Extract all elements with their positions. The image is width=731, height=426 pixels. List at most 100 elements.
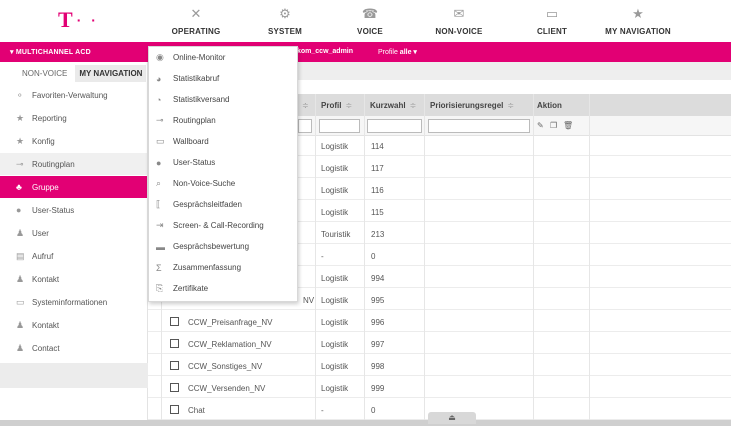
nav-my-navigation[interactable]: ★ MY NAVIGATION [600, 0, 676, 42]
column-header-priorisierungsregel[interactable]: Priorisierungsregel ≑ [430, 101, 514, 110]
menu-item-online-monitor[interactable]: ◉ Online-Monitor [149, 47, 297, 68]
logo-mark: T [58, 7, 73, 32]
nav-operating[interactable]: ✕ OPERATING [169, 0, 223, 42]
menu-item-zertifikate[interactable]: ⎘ Zertifikate [149, 278, 297, 299]
certificate-icon: ⎘ [156, 283, 164, 293]
cell-profil: - [321, 406, 324, 415]
sidebar-item-reporting[interactable]: ★ Reporting [0, 107, 147, 130]
tab-non-voice[interactable]: NON-VOICE [22, 69, 67, 78]
telekom-logo[interactable]: T · · [58, 9, 99, 31]
delete-icon[interactable]: 🗑 [563, 121, 573, 130]
cell-profil: Logistik [321, 318, 349, 327]
user-icon: ♟ [16, 227, 25, 238]
tab-my-navigation[interactable]: MY NAVIGATION [75, 64, 147, 82]
cell-kurzwahl: 995 [371, 296, 385, 305]
table-row[interactable]: CCW_Preisanfrage_NV Logistik 996 [148, 312, 731, 332]
wallboard-icon: ▭ [156, 136, 165, 146]
nav-label: VOICE [357, 27, 383, 36]
sidebar-item-contact[interactable]: ♟ Contact [0, 337, 147, 360]
sidebar-item-user[interactable]: ♟ User [0, 222, 147, 245]
current-user: kom_ccw_admin [297, 48, 354, 55]
nav-voice[interactable]: ☎ VOICE [352, 0, 388, 42]
filter-priorisierungsregel-input[interactable] [428, 119, 530, 133]
column-header-kurzwahl[interactable]: Kurzwahl ≑ [370, 101, 416, 110]
sidebar-item-label: Reporting [32, 113, 67, 123]
module-title[interactable]: ▾ MULTICHANNEL ACD [10, 48, 91, 56]
row-checkbox[interactable] [170, 317, 179, 326]
sidebar-item-label: Kontakt [32, 274, 60, 284]
menu-item-user-status[interactable]: ● User-Status [149, 152, 297, 173]
filter-profil-input[interactable] [319, 119, 360, 133]
group-icon: ♣ [16, 182, 22, 192]
menu-item-gespraechsleitfaden[interactable]: ⟦ Gesprächsleitfaden [149, 194, 297, 215]
sidebar: NON-VOICE MY NAVIGATION ⚬ Favoriten-Verw… [0, 62, 148, 426]
sort-icon[interactable]: ≑ [298, 101, 309, 110]
search-nonvoice-icon: ⌕ [156, 178, 162, 188]
tools-icon: ✕ [190, 6, 202, 21]
cell-kurzwahl: 999 [371, 384, 385, 393]
table-row[interactable]: CCW_Versenden_NV Logistik 999 [148, 378, 731, 398]
menu-item-zusammenfassung[interactable]: Σ Zusammenfassung [149, 257, 297, 278]
menu-item-routingplan[interactable]: ⊸ Routingplan [149, 110, 297, 131]
row-checkbox[interactable] [170, 405, 179, 414]
cell-name: NV [303, 296, 315, 305]
profile-selector[interactable]: Profile alle ▾ [378, 48, 417, 56]
cell-profil: Logistik [321, 208, 349, 217]
sidebar-item-label: Konfig [32, 136, 55, 146]
sidebar-item-user-status[interactable]: ● User-Status [0, 199, 147, 222]
menu-item-screen-call-recording[interactable]: ⇥ Screen- & Call-Recording [149, 215, 297, 236]
sidebar-item-kontakt-2[interactable]: ♟ Kontakt [0, 314, 147, 337]
sidebar-tabs: NON-VOICE MY NAVIGATION [0, 62, 147, 84]
bottom-bar [0, 420, 731, 426]
cell-profil: Touristik [321, 230, 351, 239]
menu-item-gespraechsbewertung[interactable]: ▬ Gesprächsbewertung [149, 236, 297, 257]
nav-non-voice[interactable]: ✉ NON-VOICE [432, 0, 486, 42]
favorites-icon: ⚬ [16, 89, 24, 100]
nav-system[interactable]: ⚙ SYSTEM [262, 0, 308, 42]
sidebar-item-routingplan[interactable]: ⊸ Routingplan [0, 153, 147, 176]
cell-profil: Logistik [321, 296, 349, 305]
cell-name: Chat [188, 406, 205, 415]
profile-label: Profile [378, 49, 398, 56]
sidebar-item-gruppe[interactable]: ♣ Gruppe [0, 176, 147, 199]
star-icon: ★ [632, 6, 644, 21]
sidebar-item-label: User-Status [32, 205, 75, 215]
menu-item-statistikabruf[interactable]: ◕ Statistikabruf [149, 68, 297, 89]
nav-label: SYSTEM [267, 27, 303, 36]
system-info-icon: ▭ [16, 296, 25, 307]
sidebar-item-kontakt[interactable]: ♟ Kontakt [0, 268, 147, 291]
routing-icon: ⊸ [16, 158, 24, 169]
sidebar-item-systeminformationen[interactable]: ▭ Systeminformationen [0, 291, 147, 314]
cell-profil: Logistik [321, 340, 349, 349]
menu-item-statistikversand[interactable]: ◔ Statistikversand [149, 89, 297, 110]
column-divider [364, 94, 365, 426]
row-checkbox[interactable] [170, 361, 179, 370]
table-row[interactable]: CCW_Reklamation_NV Logistik 997 [148, 334, 731, 354]
menu-item-label: Routingplan [173, 116, 216, 125]
cell-profil: Logistik [321, 274, 349, 283]
sidebar-item-label: Favoriten-Verwaltung [32, 90, 108, 100]
filter-name-input[interactable] [298, 119, 312, 133]
menu-item-wallboard[interactable]: ▭ Wallboard [149, 131, 297, 152]
filter-kurzwahl-input[interactable] [367, 119, 422, 133]
menu-item-non-voice-suche[interactable]: ⌕ Non-Voice-Suche [149, 173, 297, 194]
copy-icon[interactable]: ❐ [550, 121, 557, 130]
sidebar-item-aufruf[interactable]: ▤ Aufruf [0, 245, 147, 268]
nav-client[interactable]: ▭ CLIENT [532, 0, 572, 42]
menu-item-label: Zertifikate [173, 284, 209, 293]
menu-item-label: Online-Monitor [173, 53, 226, 62]
row-checkbox[interactable] [170, 383, 179, 392]
sidebar-item-favoriten-verwaltung[interactable]: ⚬ Favoriten-Verwaltung [0, 84, 147, 107]
sidebar-item-konfig[interactable]: ★ Konfig [0, 130, 147, 153]
menu-item-label: User-Status [173, 158, 216, 167]
row-checkbox[interactable] [170, 339, 179, 348]
table-row[interactable]: CCW_Sonstiges_NV Logistik 998 [148, 356, 731, 376]
gears-icon: ⚙ [279, 6, 291, 21]
pie-chart-icon: ◕ [156, 73, 162, 84]
edit-icon[interactable]: ✎ [537, 121, 544, 130]
scroll-up-tab[interactable]: ⏏ [428, 412, 476, 424]
cell-profil: - [321, 252, 324, 261]
contact-icon: ♟ [16, 342, 25, 353]
column-header-profil[interactable]: Profil ≑ [321, 101, 352, 110]
cell-profil: Logistik [321, 142, 349, 151]
